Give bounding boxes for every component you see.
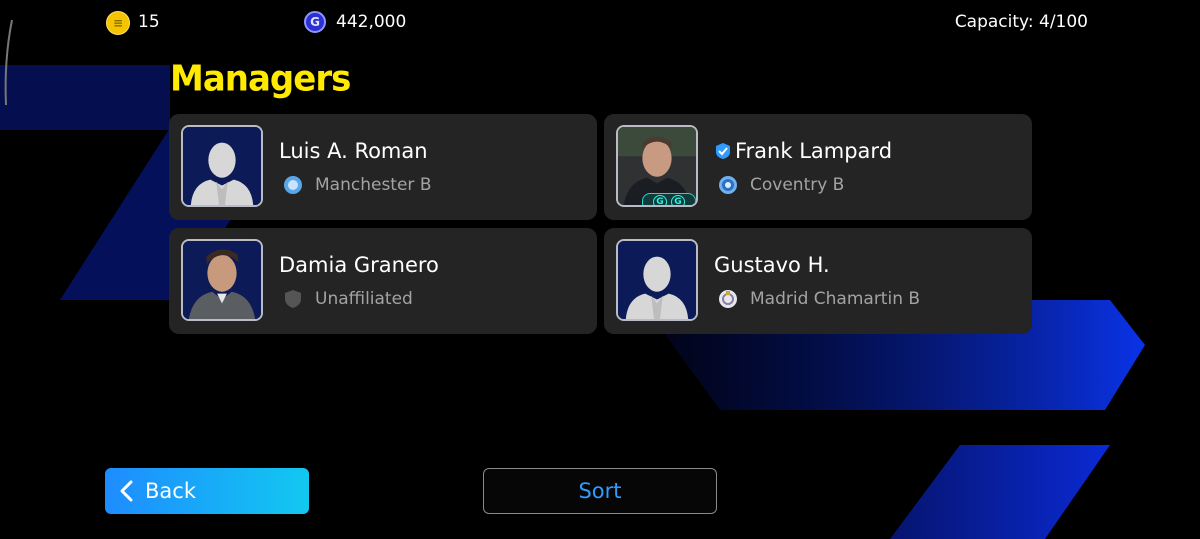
ability-badge: GG (642, 193, 696, 205)
club-name: Coventry B (750, 175, 845, 195)
manager-name: Damia Granero (279, 253, 439, 277)
manager-portrait (181, 125, 263, 207)
capacity-text: Capacity: 4/100 (954, 12, 1088, 32)
gp-balance: 442,000 (336, 12, 407, 32)
silhouette-icon (618, 241, 696, 319)
club-crest-icon (284, 176, 302, 194)
club-name: Manchester B (315, 175, 432, 195)
coin-balance: 15 (138, 12, 160, 32)
club-name: Madrid Chamartin B (750, 289, 921, 309)
sort-button[interactable]: Sort (483, 468, 717, 514)
manager-name: Luis A. Roman (279, 139, 428, 163)
shield-icon (285, 290, 301, 308)
club-crest-icon (719, 290, 737, 308)
manager-name: Frank Lampard (714, 139, 892, 163)
ecoin-icon: ≡ (106, 11, 130, 35)
chevron-left-icon (120, 480, 133, 502)
club-crest-icon (719, 176, 737, 194)
club-row: Madrid Chamartin B (718, 288, 920, 310)
back-button[interactable]: Back (105, 468, 309, 514)
club-row: Manchester B (283, 174, 431, 196)
sort-label: Sort (578, 479, 622, 503)
manager-portrait (181, 239, 263, 321)
club-row: Unaffiliated (283, 288, 413, 310)
club-row: Coventry B (718, 174, 844, 196)
currency-bar: ≡ 15 G 442,000 Capacity: 4/100 (0, 8, 1200, 36)
manager-portrait (616, 239, 698, 321)
silhouette-icon (183, 127, 261, 205)
manager-card-gustavo-h[interactable]: Gustavo H. Madrid Chamartin B (604, 228, 1032, 334)
manager-photo (183, 241, 261, 319)
back-label: Back (145, 479, 196, 503)
manager-card-frank-lampard[interactable]: GG Frank Lampard Coventry B (604, 114, 1032, 220)
club-name: Unaffiliated (315, 289, 413, 309)
manager-name: Gustavo H. (714, 253, 830, 277)
page-title: Managers (170, 58, 351, 100)
verified-check-icon (716, 143, 730, 159)
manager-card-damia-granero[interactable]: Damia Granero Unaffiliated (169, 228, 597, 334)
manager-card-luis-roman[interactable]: Luis A. Roman Manchester B (169, 114, 597, 220)
manager-portrait: GG (616, 125, 698, 207)
manager-name-text: Frank Lampard (735, 139, 893, 163)
gp-icon: G (304, 11, 326, 33)
